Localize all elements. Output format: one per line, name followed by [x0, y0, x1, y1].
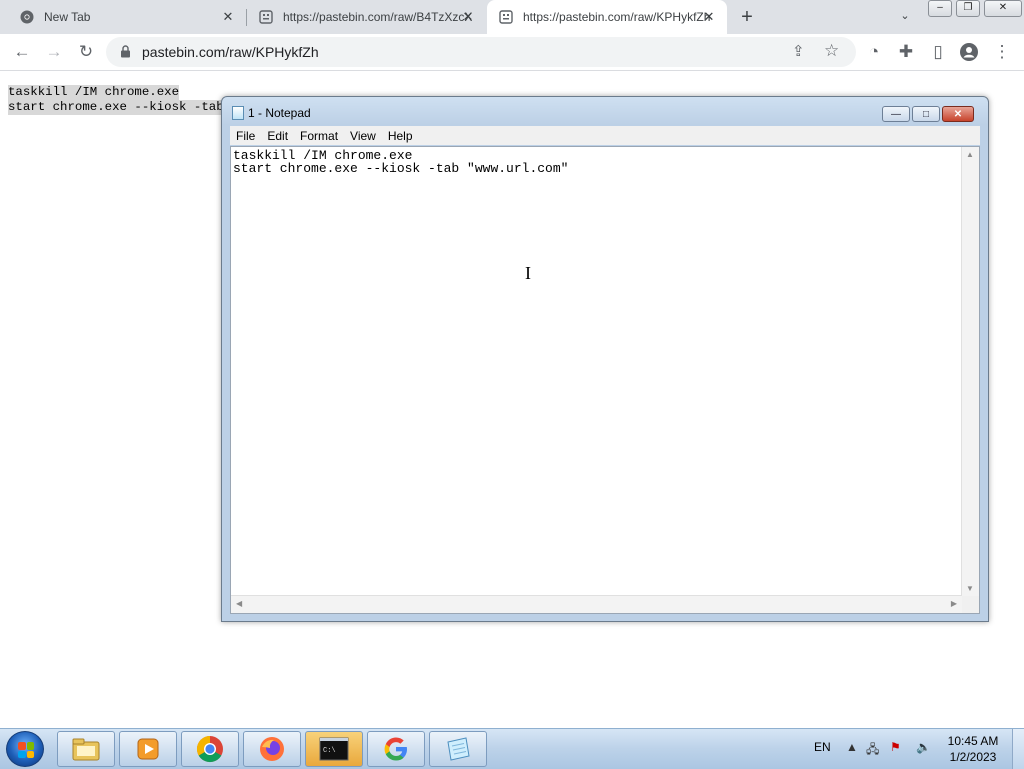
tab-pastebin-b4tzxzcx[interactable]: https://pastebin.com/raw/B4TzXzcX ✕: [239, 0, 486, 34]
network-icon[interactable]: 🖧: [866, 740, 879, 761]
notepad-text: taskkill /IM chrome.exe start chrome.exe…: [233, 149, 568, 175]
svg-text:C:\: C:\: [323, 747, 336, 755]
clock-time: 10:45 AM: [947, 734, 999, 748]
clock-date: 1/2/2023: [949, 750, 997, 764]
restore-icon[interactable]: ❐: [956, 0, 980, 17]
notepad-menu-bar: File Edit Format View Help: [230, 126, 980, 145]
firefox-icon[interactable]: [243, 731, 301, 767]
profile-icon[interactable]: [959, 42, 979, 62]
menu-edit[interactable]: Edit: [261, 129, 294, 143]
action-center-icon[interactable]: ⚑: [890, 740, 901, 754]
horizontal-scrollbar[interactable]: ◀ ▶: [231, 595, 962, 613]
tab-pastebin-kphykfzh[interactable]: https://pastebin.com/raw/KPHykfZh ✕: [487, 0, 727, 34]
minimize-icon[interactable]: —: [882, 106, 910, 122]
menu-view[interactable]: View: [344, 129, 382, 143]
close-tab-icon[interactable]: ✕: [460, 9, 476, 25]
text-cursor-icon: I: [525, 263, 531, 283]
new-tab-button[interactable]: +: [737, 7, 757, 27]
notepad-window-controls: — □ ✕: [882, 106, 976, 122]
scroll-up-icon[interactable]: ▲: [966, 150, 974, 159]
menu-file[interactable]: File: [230, 129, 261, 143]
notepad-title-bar[interactable]: 1 - Notepad: [232, 106, 311, 120]
address-bar[interactable]: pastebin.com/raw/KPHykfZh ⇪ ☆: [106, 37, 856, 67]
raw-line: taskkill /IM chrome.exe: [8, 85, 180, 100]
menu-help[interactable]: Help: [382, 129, 419, 143]
bookmark-star-icon[interactable]: ☆: [824, 41, 839, 61]
tab-label: https://pastebin.com/raw/B4TzXzcX: [283, 10, 473, 24]
volume-icon[interactable]: 🔈: [916, 740, 931, 754]
google-icon[interactable]: [367, 731, 425, 767]
notepad-text-area[interactable]: taskkill /IM chrome.exe start chrome.exe…: [230, 146, 980, 614]
scroll-left-icon[interactable]: ◀: [236, 599, 242, 608]
resize-grip[interactable]: [962, 596, 979, 613]
tab-label: https://pastebin.com/raw/KPHykfZh: [523, 10, 711, 24]
lock-icon: [120, 45, 131, 58]
browser-window-controls: – ❐ ✕: [928, 0, 1024, 17]
chrome-icon[interactable]: [181, 731, 239, 767]
window-title: 1 - Notepad: [248, 106, 311, 120]
chrome-icon: [20, 10, 34, 24]
notepad-icon: [232, 106, 244, 120]
pastebin-icon: [499, 10, 513, 24]
file-explorer-icon[interactable]: [57, 731, 115, 767]
scroll-right-icon[interactable]: ▶: [951, 599, 957, 608]
notepad-window: 1 - Notepad — □ ✕ File Edit Format View …: [221, 96, 989, 622]
side-panel-icon[interactable]: ▯: [928, 42, 948, 62]
start-button[interactable]: [6, 731, 44, 767]
back-icon[interactable]: ←: [12, 42, 32, 62]
page-raw-text: taskkill /IM chrome.exe start chrome.exe…: [8, 85, 224, 115]
scroll-down-icon[interactable]: ▼: [966, 584, 974, 593]
maximize-icon[interactable]: □: [912, 106, 940, 122]
reload-icon[interactable]: ↻: [76, 42, 96, 62]
raw-line: start chrome.exe --kiosk -tab: [8, 100, 224, 115]
close-window-icon[interactable]: ✕: [984, 0, 1022, 17]
tab-new-tab[interactable]: New Tab ✕: [0, 0, 246, 34]
notepad-icon[interactable]: [429, 731, 487, 767]
url-text: pastebin.com/raw/KPHykfZh: [142, 44, 319, 60]
close-icon[interactable]: ✕: [942, 106, 974, 122]
browser-toolbar: ← → ↻ pastebin.com/raw/KPHykfZh ⇪ ☆ ◔ ✚ …: [0, 34, 1024, 71]
close-tab-icon[interactable]: ✕: [220, 9, 236, 25]
media-player-icon[interactable]: [119, 731, 177, 767]
close-tab-icon[interactable]: ✕: [701, 9, 717, 25]
share-icon[interactable]: ⇪: [792, 42, 805, 60]
minimize-icon[interactable]: –: [928, 0, 952, 17]
show-desktop-button[interactable]: [1012, 729, 1024, 769]
tab-search-icon[interactable]: ⌄: [896, 9, 914, 25]
performance-icon[interactable]: ◔: [864, 42, 884, 62]
menu-format[interactable]: Format: [294, 129, 344, 143]
menu-icon[interactable]: ⋮: [992, 42, 1012, 62]
tab-strip: New Tab ✕ https://pastebin.com/raw/B4TzX…: [0, 0, 1024, 34]
taskbar: C:\ EN ▲ 🖧 ⚑ 🔈 10:45 AM 1/2/2023: [0, 728, 1024, 769]
pastebin-icon: [259, 10, 273, 24]
command-prompt-icon[interactable]: C:\: [305, 731, 363, 767]
forward-icon[interactable]: →: [44, 42, 64, 62]
extensions-icon[interactable]: ✚: [896, 42, 916, 62]
show-hidden-icons-icon[interactable]: ▲: [846, 740, 858, 754]
windows-logo-icon: [18, 742, 34, 758]
text-line: start chrome.exe --kiosk -tab "www.url.c…: [233, 161, 569, 176]
clock[interactable]: 10:45 AM 1/2/2023: [940, 733, 1006, 765]
tab-label: New Tab: [44, 10, 91, 24]
vertical-scrollbar[interactable]: ▲ ▼: [961, 147, 979, 596]
language-indicator[interactable]: EN: [814, 740, 831, 754]
